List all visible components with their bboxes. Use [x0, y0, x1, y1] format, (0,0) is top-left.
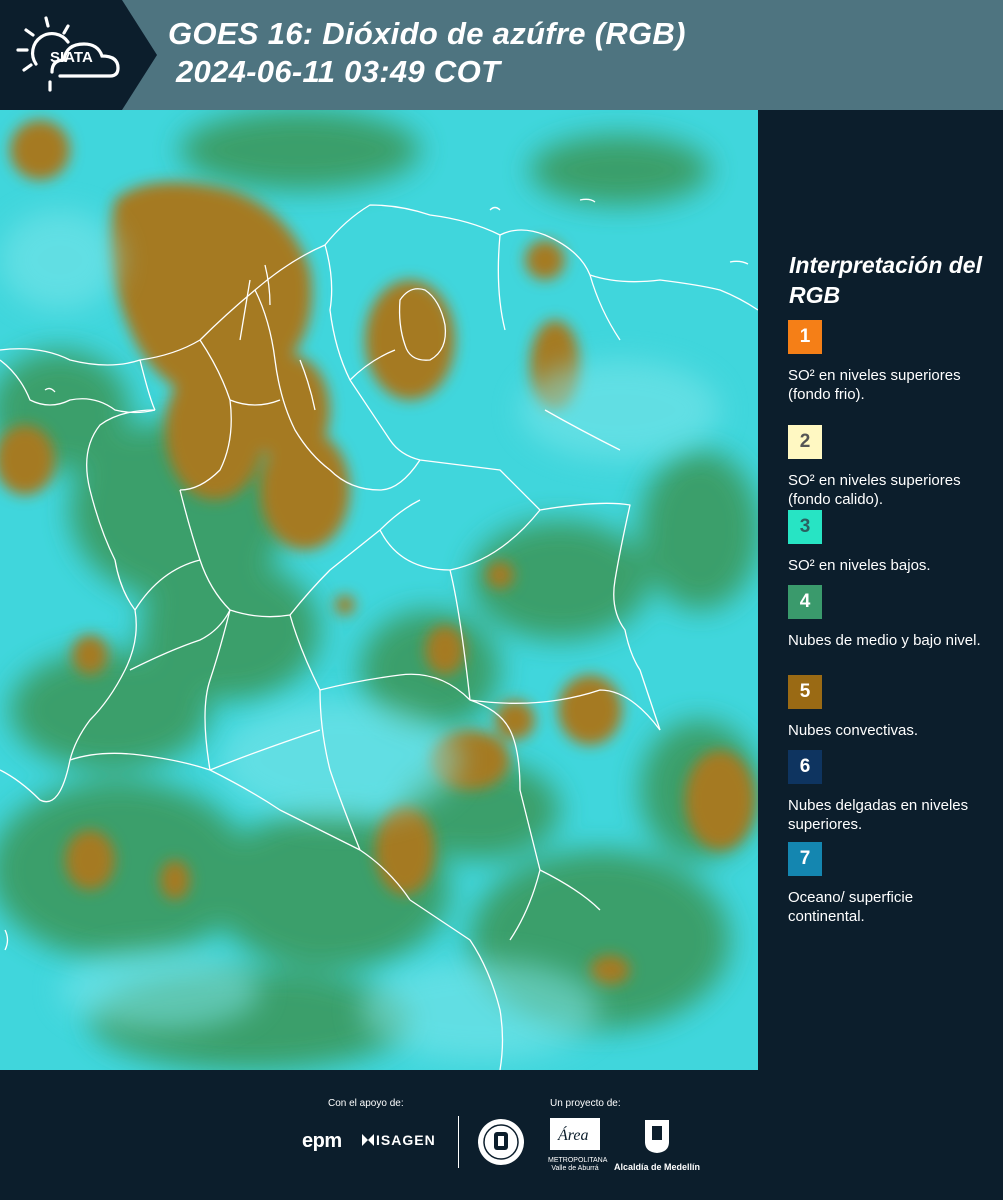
legend-swatch: 6 [788, 750, 822, 784]
footer-divider [458, 1116, 459, 1168]
legend-item: 2 SO² en niveles superiores (fondo calido… [788, 425, 993, 509]
legend-description: Nubes delgadas en niveles superiores. [788, 797, 969, 833]
alcaldia-shield-icon [645, 1120, 669, 1153]
legend-description: Nubes de medio y bajo nivel. [788, 632, 981, 649]
legend-item: 1 SO² en niveles superiores (fondo frio). [788, 320, 993, 404]
legend-item: 3 SO² en niveles bajos. [788, 510, 993, 575]
page-title: GOES 16: Dióxido de azúfre (RGB) [168, 16, 686, 51]
epm-logo: epm [302, 1130, 342, 1152]
legend-description: SO² en niveles superiores (fondo frio). [788, 367, 961, 403]
area-metropolitana-logo: Área METROPOLITANA Valle de Aburrá [548, 1116, 608, 1173]
project-caption: Un proyecto de: [550, 1098, 621, 1109]
satellite-map[interactable] [0, 110, 758, 1070]
isagen-mark-icon [362, 1134, 374, 1146]
legend-swatch: 1 [788, 320, 822, 354]
legend-description: SO² en niveles bajos. [788, 557, 931, 574]
isagen-label: ISAGEN [376, 1132, 436, 1148]
legend-description: SO² en niveles superiores (fondo calido)… [788, 472, 961, 508]
alcaldia-medellin-logo: Alcaldía de Medellín [612, 1118, 702, 1172]
legend-item: 4 Nubes de medio y bajo nivel. [788, 585, 993, 650]
medellin-seal-icon [478, 1119, 524, 1165]
timestamp: 2024-06-11 03:49 COT [176, 54, 501, 89]
legend-title: Interpretación del RGB [789, 252, 982, 308]
legend-swatch: 4 [788, 585, 822, 619]
isagen-logo: ISAGEN [360, 1132, 436, 1148]
legend-panel: Interpretación del RGB 1 SO² en niveles s… [758, 110, 1003, 1070]
legend-swatch: 7 [788, 842, 822, 876]
legend-item: 7 Oceano/ superficie continental. [788, 842, 993, 926]
legend-item: 5 Nubes convectivas. [788, 675, 993, 740]
legend-swatch: 3 [788, 510, 822, 544]
logo-text: SIATA [50, 49, 93, 66]
footer: Con el apoyo de: Un proyecto de: epm ISA… [0, 1070, 1003, 1200]
legend-swatch: 5 [788, 675, 822, 709]
support-caption: Con el apoyo de: [328, 1098, 404, 1109]
siata-logo: SIATA [12, 12, 132, 98]
legend-description: Nubes convectivas. [788, 722, 919, 739]
area-logo-line1: METROPOLITANA [548, 1157, 608, 1164]
legend-description: Oceano/ superficie continental. [788, 889, 914, 925]
area-logo-line2: Valle de Aburrá [551, 1165, 599, 1172]
area-logo-mark-icon: Área [550, 1118, 600, 1150]
area-logo-word: Área [557, 1125, 589, 1144]
legend-item: 6 Nubes delgadas en niveles superiores. [788, 750, 993, 834]
sun-cloud-icon: SIATA [16, 16, 120, 92]
legend-swatch: 2 [788, 425, 822, 459]
rgb-imagery [0, 110, 758, 1070]
header: SIATA GOES 16: Dióxido de azúfre (RGB) 2… [0, 0, 1003, 110]
alcaldia-label: Alcaldía de Medellín [613, 1162, 701, 1172]
